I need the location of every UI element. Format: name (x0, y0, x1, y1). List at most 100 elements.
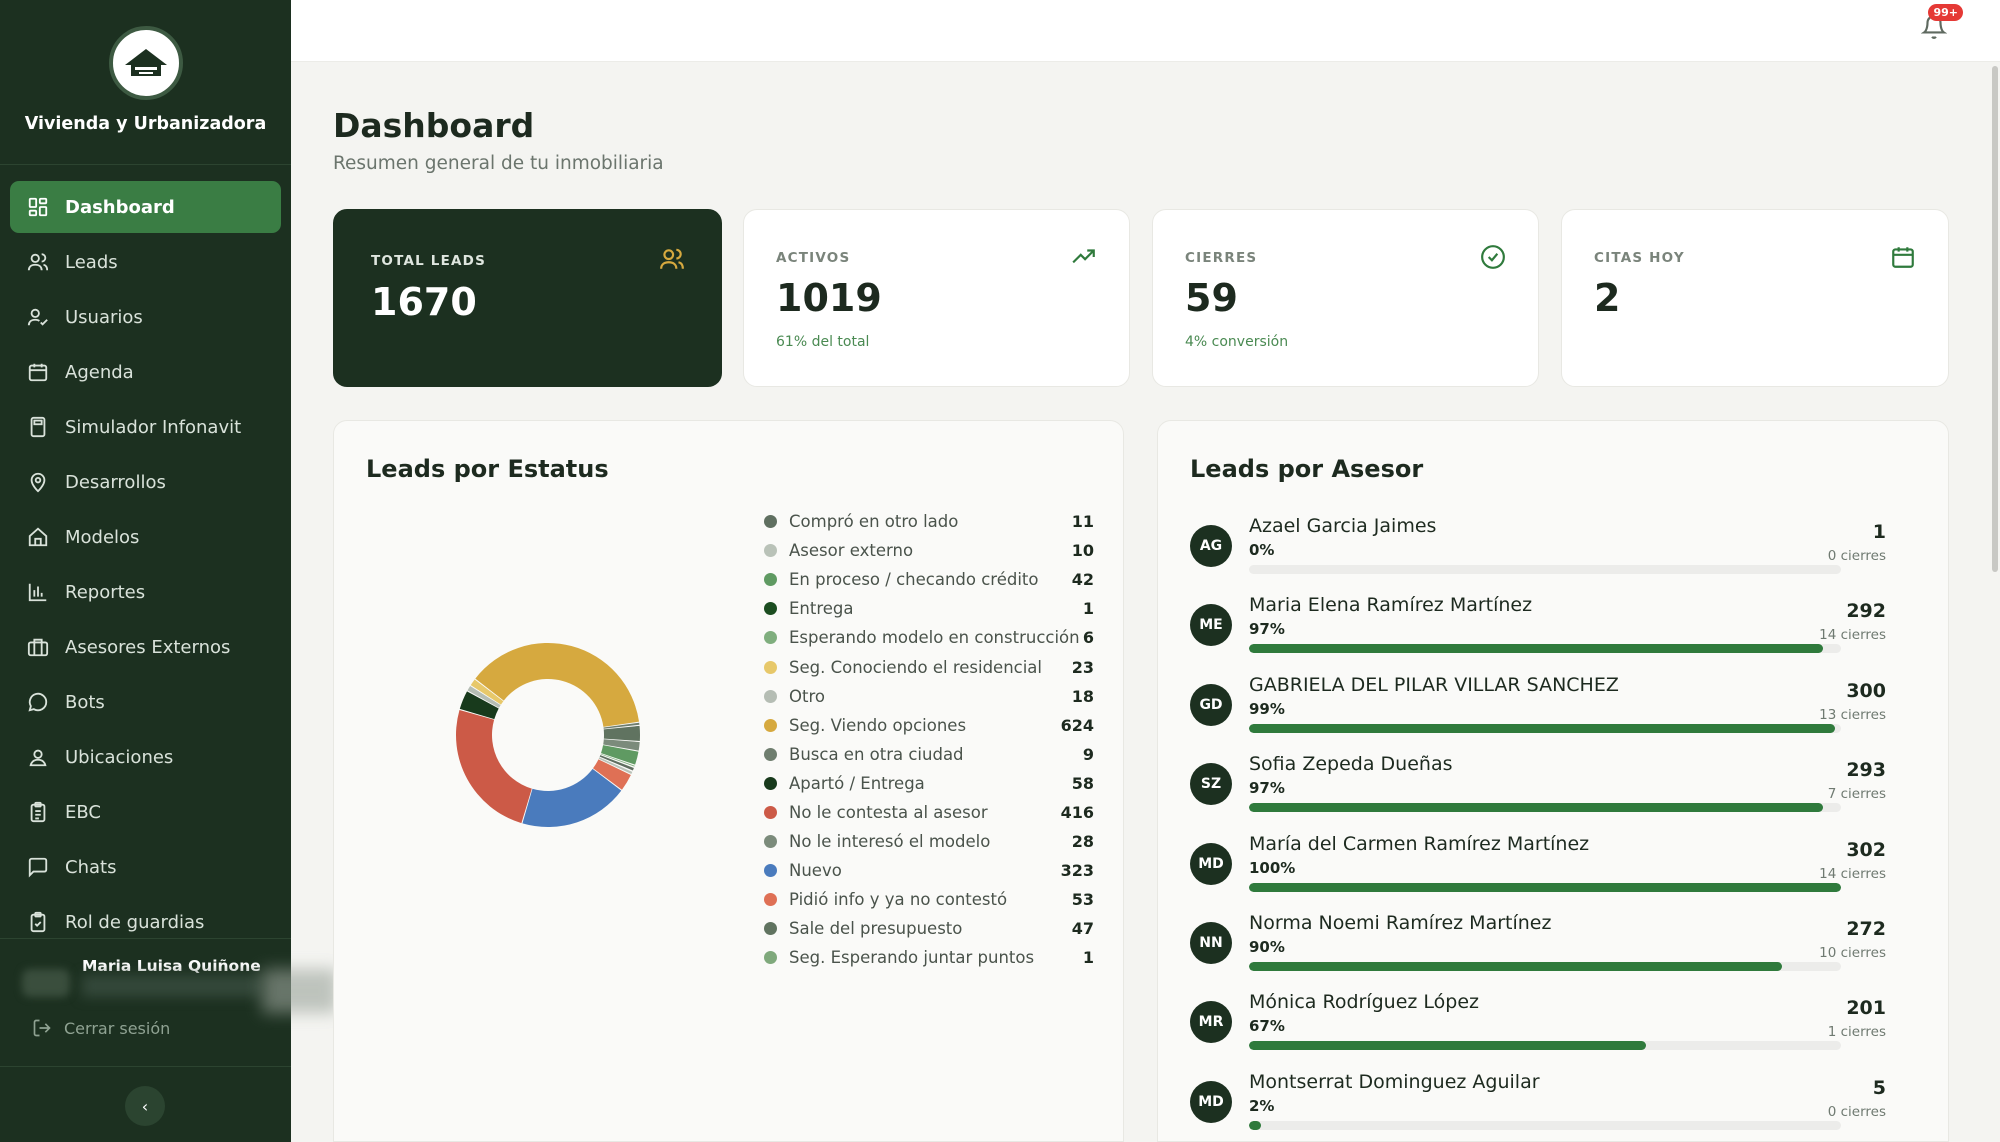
advisor-progress-bar (1249, 565, 1841, 574)
avatar: MD (1190, 842, 1232, 885)
legend-swatch (764, 951, 777, 965)
legend-label: Sale del presupuesto (789, 919, 963, 939)
calculator-icon (30, 416, 46, 438)
legend-item: Nuevo 323 (764, 856, 1094, 885)
page-title: Dashboard (333, 106, 535, 145)
sidebar-item-asesores-externos[interactable]: Asesores Externos (10, 621, 281, 673)
legend-item: Seg. Esperando juntar puntos 1 (764, 943, 1094, 972)
legend-item: En proceso / checando crédito 42 (764, 565, 1094, 594)
stat-card-total-leads: TOTAL LEADS 1670 (333, 209, 722, 387)
advisor-row[interactable]: SZ Sofia Zepeda Dueñas 97% 293 7 cierres (1190, 753, 1918, 832)
advisor-row[interactable]: MR Mónica Rodríguez López 67% 201 1 cierres (1190, 991, 1918, 1070)
advisor-row[interactable]: AG Azael Garcia Jaimes 0% 1 0 cierres (1190, 515, 1918, 594)
user-check-icon (27, 308, 48, 326)
legend-value: 18 (1071, 686, 1094, 706)
status-legend: Compró en otro lado 11 Asesor externo 10 En … (764, 507, 1094, 973)
sidebar-item-agenda[interactable]: Agenda (10, 346, 281, 398)
sidebar-item-modelos[interactable]: Modelos (10, 511, 281, 563)
legend-item: Busca en otra ciudad 9 (764, 740, 1094, 769)
legend-item: No le interesó el modelo 28 (764, 827, 1094, 856)
legend-value: 11 (1071, 512, 1094, 532)
brand: Vivienda y Urbanizadora (0, 0, 291, 165)
legend-item: Otro 18 (764, 682, 1094, 711)
stat-label: ACTIVOS (776, 250, 851, 266)
user-name: Maria Luisa Quiñone (82, 957, 261, 975)
stat-value: 1019 (776, 276, 882, 320)
sidebar-item-ubicaciones[interactable]: Ubicaciones (10, 731, 281, 783)
advisor-panel: Leads por Asesor AG Azael Garcia Jaimes 0%… (1157, 420, 1949, 1142)
dashboard-icon (28, 197, 48, 217)
sidebar-item-reportes[interactable]: Reportes (10, 566, 281, 618)
logout-button[interactable]: Cerrar sesión (32, 1018, 170, 1038)
advisor-row[interactable]: ME Maria Elena Ramírez Martínez 97% 292 14 c… (1190, 594, 1918, 673)
sidebar-item-ebc[interactable]: EBC (10, 786, 281, 838)
scrollbar-thumb[interactable] (1992, 66, 1998, 572)
chevron-left-icon: ‹ (141, 1096, 149, 1116)
legend-item: Compró en otro lado 11 (764, 507, 1094, 536)
stat-value: 1670 (371, 280, 477, 324)
advisor-row[interactable]: NN Norma Noemi Ramírez Martínez 90% 272 10 c… (1190, 912, 1918, 991)
sidebar-item-desarrollos[interactable]: Desarrollos (10, 456, 281, 508)
message-square-icon (28, 857, 48, 878)
user-pin-icon (29, 749, 47, 767)
advisor-row[interactable]: MD Montserrat Dominguez Aguilar 2% 5 0 cierr… (1190, 1071, 1918, 1142)
advisor-lead-count: 292 (1846, 600, 1886, 623)
advisor-name: Montserrat Dominguez Aguilar (1249, 1070, 1540, 1093)
panel-title: Leads por Asesor (1190, 455, 1424, 483)
avatar: SZ (1190, 763, 1232, 806)
legend-item: Seg. Conociendo el residencial 23 (764, 652, 1094, 681)
legend-label: Apartó / Entrega (789, 773, 925, 793)
donut-slice[interactable] (456, 709, 532, 824)
redacted-overlay (262, 969, 338, 1013)
advisor-lead-count: 5 (1872, 1076, 1886, 1099)
sidebar-item-dashboard[interactable]: Dashboard (10, 181, 281, 233)
scrollbar[interactable] (1990, 62, 2000, 1142)
advisor-name: Azael Garcia Jaimes (1249, 515, 1437, 537)
top-bar: 99+ (291, 0, 2000, 62)
legend-item: Seg. Viendo opciones 624 (764, 711, 1094, 740)
donut-slice[interactable] (475, 643, 640, 727)
legend-label: Asesor externo (789, 541, 914, 561)
trending-up-icon (1072, 249, 1095, 264)
legend-value: 624 (1060, 715, 1094, 735)
sidebar-item-bots[interactable]: Bots (10, 676, 281, 728)
sidebar-item-simulador-infonavit[interactable]: Simulador Infonavit (10, 401, 281, 453)
stat-label: CITAS HOY (1594, 250, 1685, 266)
sidebar-item-label: Modelos (65, 526, 140, 548)
sidebar-item-chats[interactable]: Chats (10, 841, 281, 893)
advisor-closings: 14 cierres (1819, 865, 1886, 882)
collapse-sidebar-button[interactable]: ‹ (125, 1086, 165, 1126)
sidebar-item-leads[interactable]: Leads (10, 236, 281, 288)
sidebar-footer: ‹ (0, 1066, 291, 1142)
legend-value: 9 (1082, 744, 1094, 764)
avatar: MR (1190, 1001, 1232, 1044)
legend-item: Apartó / Entrega 58 (764, 769, 1094, 798)
legend-item: Entrega 1 (764, 594, 1094, 623)
legend-label: Compró en otro lado (789, 512, 959, 532)
legend-label: Busca en otra ciudad (789, 744, 964, 764)
advisor-row[interactable]: GD GABRIELA DEL PILAR VILLAR SANCHEZ 99% 30… (1190, 674, 1918, 753)
status-panel: Leads por Estatus Compró en otro lado 11 A… (333, 420, 1124, 1142)
sidebar-item-label: Simulador Infonavit (65, 416, 242, 438)
logout-label: Cerrar sesión (64, 1018, 171, 1038)
advisor-percent: 2% (1249, 1096, 1275, 1115)
legend-swatch (764, 893, 777, 907)
advisor-closings: 1 cierres (1827, 1024, 1886, 1041)
advisor-lead-count: 302 (1846, 838, 1886, 861)
advisor-row[interactable]: MD María del Carmen Ramírez Martínez 100% 3… (1190, 833, 1918, 912)
user-profile[interactable]: Maria Luisa Quiñone (0, 938, 338, 1013)
legend-value: 10 (1071, 541, 1094, 561)
advisor-percent: 97% (1249, 620, 1285, 639)
clipboard-check-icon (30, 911, 46, 933)
brand-logo[interactable] (108, 26, 183, 100)
sidebar-item-usuarios[interactable]: Usuarios (10, 291, 281, 343)
sidebar-item-label: Usuarios (65, 306, 143, 328)
legend-swatch (764, 747, 777, 761)
advisor-name: María del Carmen Ramírez Martínez (1249, 832, 1590, 855)
legend-value: 47 (1071, 919, 1094, 939)
users-icon (660, 248, 684, 269)
sidebar-item-label: Ubicaciones (65, 746, 174, 768)
avatar: MD (1190, 1080, 1232, 1123)
logout-icon (33, 1019, 51, 1037)
advisor-progress-bar (1249, 644, 1841, 654)
